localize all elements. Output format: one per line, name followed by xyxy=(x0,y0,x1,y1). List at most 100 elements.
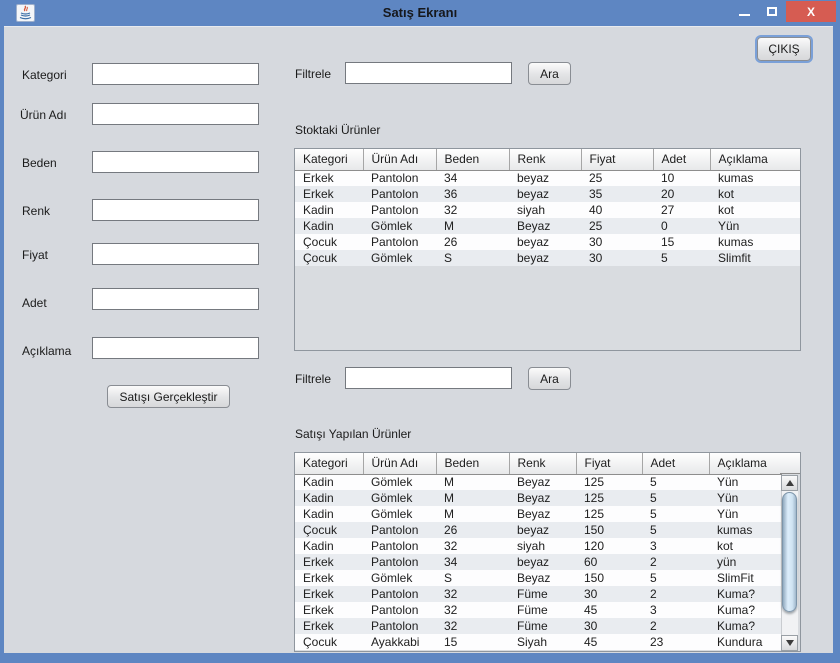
table-cell: S xyxy=(436,570,509,586)
table-row[interactable]: KadinGömlekMBeyaz1255Yün xyxy=(295,474,781,490)
table-row[interactable]: ErkekPantolon34beyaz602yün xyxy=(295,554,781,570)
table-row[interactable]: ErkekGömlekSBeyaz1505SlimFit xyxy=(295,570,781,586)
table-cell: Kuma? xyxy=(709,602,781,618)
column-header[interactable]: Ürün Adı xyxy=(363,149,436,170)
arrow-up-icon xyxy=(786,480,794,486)
table-cell: 26 xyxy=(436,522,509,538)
minimize-button[interactable] xyxy=(732,0,756,22)
table-row[interactable]: ÇocukAyakkabi15Siyah4523Kundura xyxy=(295,634,781,650)
table-cell: 25 xyxy=(581,170,653,186)
table-cell: Kuma? xyxy=(709,618,781,634)
table-row[interactable]: KadinGömlekMBeyaz1255Yün xyxy=(295,490,781,506)
table-cell: kot xyxy=(710,202,800,218)
table-row[interactable]: ErkekPantolon32Füme453Kuma? xyxy=(295,602,781,618)
table-row[interactable]: ErkekPantolon32Füme302Kuma? xyxy=(295,618,781,634)
table-cell: 3 xyxy=(642,538,709,554)
table-cell: 45 xyxy=(576,634,642,650)
column-header[interactable]: Kategori xyxy=(295,149,363,170)
stock-filter-label: Filtrele xyxy=(295,67,331,81)
stock-search-button[interactable]: Ara xyxy=(528,62,571,85)
table-row[interactable]: KadinPantolon32siyah4027kot xyxy=(295,202,800,218)
table-cell: 32 xyxy=(436,618,509,634)
beden-field[interactable] xyxy=(92,151,259,173)
column-header[interactable]: Adet xyxy=(642,453,709,474)
renk-field[interactable] xyxy=(92,199,259,221)
exit-button[interactable]: ÇIKIŞ xyxy=(757,37,811,61)
table-cell: Yün xyxy=(709,506,781,522)
table-row[interactable]: ErkekPantolon34beyaz2510kumas xyxy=(295,170,800,186)
table-cell: Beyaz xyxy=(509,474,576,490)
sales-filter-input[interactable] xyxy=(345,367,512,389)
close-icon: X xyxy=(807,5,815,19)
table-row[interactable]: KadinGömlekMBeyaz250Yün xyxy=(295,218,800,234)
title-bar: Satış Ekranı X xyxy=(0,0,840,26)
table-row[interactable]: KadinPantolon32siyah1203kot xyxy=(295,538,781,554)
column-header[interactable]: Renk xyxy=(509,149,581,170)
field-label-renk: Renk xyxy=(22,204,50,218)
table-cell: 34 xyxy=(436,170,509,186)
table-cell: beyaz xyxy=(509,554,576,570)
table-row[interactable]: ÇocukGömlekSbeyaz305Slimfit xyxy=(295,250,800,266)
urun-adi-field[interactable] xyxy=(92,103,259,125)
scroll-up-button[interactable] xyxy=(781,475,798,491)
table-cell: Pantolon xyxy=(363,538,436,554)
column-header[interactable]: Açıklama xyxy=(710,149,800,170)
maximize-button[interactable] xyxy=(760,0,784,22)
sell-button[interactable]: Satışı Gerçekleştir xyxy=(107,385,230,408)
field-label-fiyat: Fiyat xyxy=(22,248,48,262)
table-row[interactable]: ÇocukPantolon26beyaz3015kumas xyxy=(295,234,800,250)
scroll-down-button[interactable] xyxy=(781,635,798,651)
close-button[interactable]: X xyxy=(786,1,836,22)
window-title: Satış Ekranı xyxy=(0,5,840,20)
column-header[interactable]: Renk xyxy=(509,453,576,474)
column-header[interactable]: Adet xyxy=(653,149,710,170)
table-cell: 60 xyxy=(576,554,642,570)
table-cell: SlimFit xyxy=(709,570,781,586)
table-cell: 125 xyxy=(576,474,642,490)
table-cell: Erkek xyxy=(295,586,363,602)
stock-filter-input[interactable] xyxy=(345,62,512,84)
field-label-urun-adi: Ürün Adı xyxy=(20,108,67,122)
kategori-field[interactable] xyxy=(92,63,259,85)
table-cell: 25 xyxy=(581,218,653,234)
table-cell: Kadin xyxy=(295,538,363,554)
table-cell: Çocuk xyxy=(295,634,363,650)
table-cell: Beyaz xyxy=(509,218,581,234)
field-label-adet: Adet xyxy=(22,296,47,310)
table-cell: Beyaz xyxy=(509,570,576,586)
table-cell: 5 xyxy=(642,570,709,586)
table-cell: Siyah xyxy=(509,634,576,650)
table-cell: 2 xyxy=(642,618,709,634)
table-cell: kot xyxy=(709,538,781,554)
table-row[interactable]: ErkekPantolon32Füme302Kuma? xyxy=(295,586,781,602)
table-row[interactable]: ÇocukPantolon26beyaz1505kumas xyxy=(295,522,781,538)
adet-field[interactable] xyxy=(92,288,259,310)
table-cell: beyaz xyxy=(509,234,581,250)
vertical-scrollbar[interactable] xyxy=(781,475,798,651)
column-header[interactable]: Beden xyxy=(436,149,509,170)
fiyat-field[interactable] xyxy=(92,243,259,265)
column-header[interactable]: Ürün Adı xyxy=(363,453,436,474)
stock-table: Kategori Ürün Adı Beden Renk Fiyat Adet … xyxy=(294,148,801,351)
column-header[interactable]: Kategori xyxy=(295,453,363,474)
table-cell: 20 xyxy=(653,186,710,202)
column-header[interactable]: Fiyat xyxy=(576,453,642,474)
table-row[interactable]: ErkekPantolon36beyaz3520kot xyxy=(295,186,800,202)
table-cell: Yün xyxy=(709,490,781,506)
aciklama-field[interactable] xyxy=(92,337,259,359)
table-cell: kot xyxy=(710,186,800,202)
table-cell: Yün xyxy=(709,474,781,490)
table-cell: 0 xyxy=(653,218,710,234)
column-header[interactable]: Açıklama xyxy=(709,453,781,474)
column-header[interactable]: Fiyat xyxy=(581,149,653,170)
table-cell: 40 xyxy=(581,202,653,218)
table-cell: Gömlek xyxy=(363,474,436,490)
table-cell: Beyaz xyxy=(509,506,576,522)
table-cell: 30 xyxy=(581,234,653,250)
table-cell: 2 xyxy=(642,554,709,570)
scrollbar-thumb[interactable] xyxy=(782,492,797,612)
column-header[interactable]: Beden xyxy=(436,453,509,474)
table-cell: 27 xyxy=(653,202,710,218)
sales-search-button[interactable]: Ara xyxy=(528,367,571,390)
table-row[interactable]: KadinGömlekMBeyaz1255Yün xyxy=(295,506,781,522)
